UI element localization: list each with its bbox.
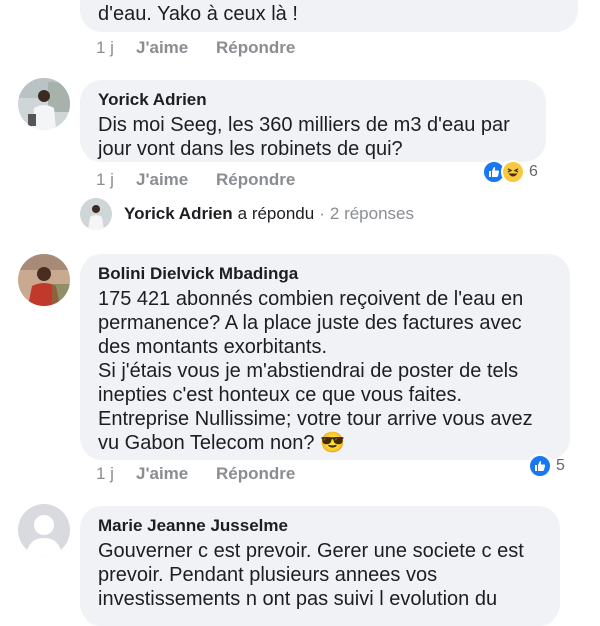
reaction-summary[interactable]: 6 <box>482 160 538 184</box>
like-button[interactable]: J'aime <box>136 464 216 484</box>
comment-actions: 1 j J'aime Répondre <box>96 464 295 484</box>
reaction-summary[interactable]: 5 <box>528 454 565 478</box>
comment-bubble: d'eau. Yako à ceux là ! <box>80 0 578 32</box>
like-button[interactable]: J'aime <box>136 38 216 58</box>
comment-actions: 1 j J'aime Répondre <box>96 170 295 190</box>
comment-time: 1 j <box>96 464 114 483</box>
sunglasses-emoji-icon: 😎 <box>320 432 345 454</box>
comment-bubble: Marie Jeanne Jusselme Gouverner c est pr… <box>80 506 560 626</box>
reply-count[interactable]: 2 réponses <box>330 204 414 224</box>
comment-text: d'eau. Yako à ceux là ! <box>98 3 298 25</box>
separator: · <box>319 204 325 223</box>
comment-author[interactable]: Yorick Adrien <box>98 90 528 110</box>
comment-body: 175 421 abonnés combien reçoivent de l'e… <box>98 287 552 455</box>
reply-author[interactable]: Yorick Adrien <box>124 204 233 224</box>
comment-text: Gouverner c est prevoir. Gerer une socie… <box>98 540 524 610</box>
comment-bubble: Yorick Adrien Dis moi Seeg, les 360 mill… <box>80 80 546 162</box>
avatar[interactable] <box>18 254 70 306</box>
like-button[interactable]: J'aime <box>136 170 216 190</box>
avatar <box>80 198 112 230</box>
comment-actions: 1 j J'aime Répondre <box>96 38 295 58</box>
avatar[interactable] <box>18 504 70 556</box>
haha-icon <box>501 160 525 184</box>
reaction-count: 5 <box>556 457 565 474</box>
comment-author[interactable]: Bolini Dielvick Mbadinga <box>98 264 552 284</box>
comment-text: 175 421 abonnés combien reçoivent de l'e… <box>98 288 533 454</box>
avatar[interactable] <box>18 78 70 130</box>
reply-button[interactable]: Répondre <box>216 170 295 190</box>
reply-thread[interactable]: Yorick Adrien a répondu · 2 réponses <box>80 198 414 230</box>
comment-author[interactable]: Marie Jeanne Jusselme <box>98 516 542 536</box>
comment-bubble: Bolini Dielvick Mbadinga 175 421 abonnés… <box>80 254 570 460</box>
reply-button[interactable]: Répondre <box>216 38 295 58</box>
reaction-count: 6 <box>529 163 538 180</box>
comment-text: Dis moi Seeg, les 360 milliers de m3 d'e… <box>98 114 510 160</box>
like-icon <box>528 454 552 478</box>
comment-time: 1 j <box>96 170 114 189</box>
reply-button[interactable]: Répondre <box>216 464 295 484</box>
reply-action: a répondu <box>237 204 315 223</box>
comment-time: 1 j <box>96 38 114 57</box>
